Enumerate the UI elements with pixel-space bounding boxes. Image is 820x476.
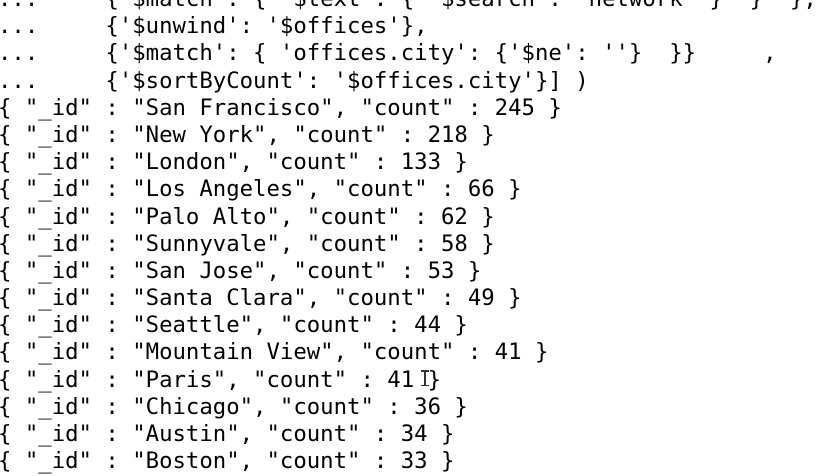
result-row: { "_id" : "Chicago", "count" : 36 } — [0, 393, 468, 420]
result-row: { "_id" : "San Francisco", "count" : 245… — [0, 94, 562, 121]
result-row: { "_id" : "Mountain View", "count" : 41 … — [0, 339, 549, 366]
result-row: { "_id" : "Paris", "count" : 41 } — [0, 366, 441, 393]
terminal-line-pipeline-match-city: ... {'$match': { 'offices.city': {'$ne':… — [0, 40, 777, 67]
result-row: { "_id" : "San Jose", "count" : 53 } — [0, 257, 482, 284]
result-row: { "_id" : "London", "count" : 133 } — [0, 149, 468, 176]
result-row: { "_id" : "Santa Clara", "count" : 49 } — [0, 285, 522, 312]
result-row: { "_id" : "Boston", "count" : 33 } — [0, 448, 455, 475]
result-row: { "_id" : "Seattle", "count" : 44 } — [0, 312, 468, 339]
result-row: { "_id" : "Palo Alto", "count" : 62 } — [0, 203, 495, 230]
terminal-line-pipeline-unwind: ... {'$unwind': '$offices'}, — [0, 13, 428, 40]
result-row: { "_id" : "Los Angeles", "count" : 66 } — [0, 176, 522, 203]
result-row: { "_id" : "Austin", "count" : 34 } — [0, 421, 455, 447]
result-row: { "_id" : "New York", "count" : 218 } — [0, 121, 495, 148]
terminal-output: ... {'$match': { '$text': { '$search': '… — [0, 0, 817, 475]
i-beam-cursor-icon — [421, 370, 429, 386]
terminal-window[interactable]: ... {'$match': { '$text': { '$search': '… — [0, 0, 820, 476]
terminal-line-pipeline-sort-by-count: ... {'$sortByCount': '$offices.city'}] ) — [0, 67, 589, 94]
result-row: { "_id" : "Sunnyvale", "count" : 58 } — [0, 230, 495, 257]
terminal-line-pipeline-match-text: ... {'$match': { '$text': { '$search': '… — [0, 0, 817, 13]
